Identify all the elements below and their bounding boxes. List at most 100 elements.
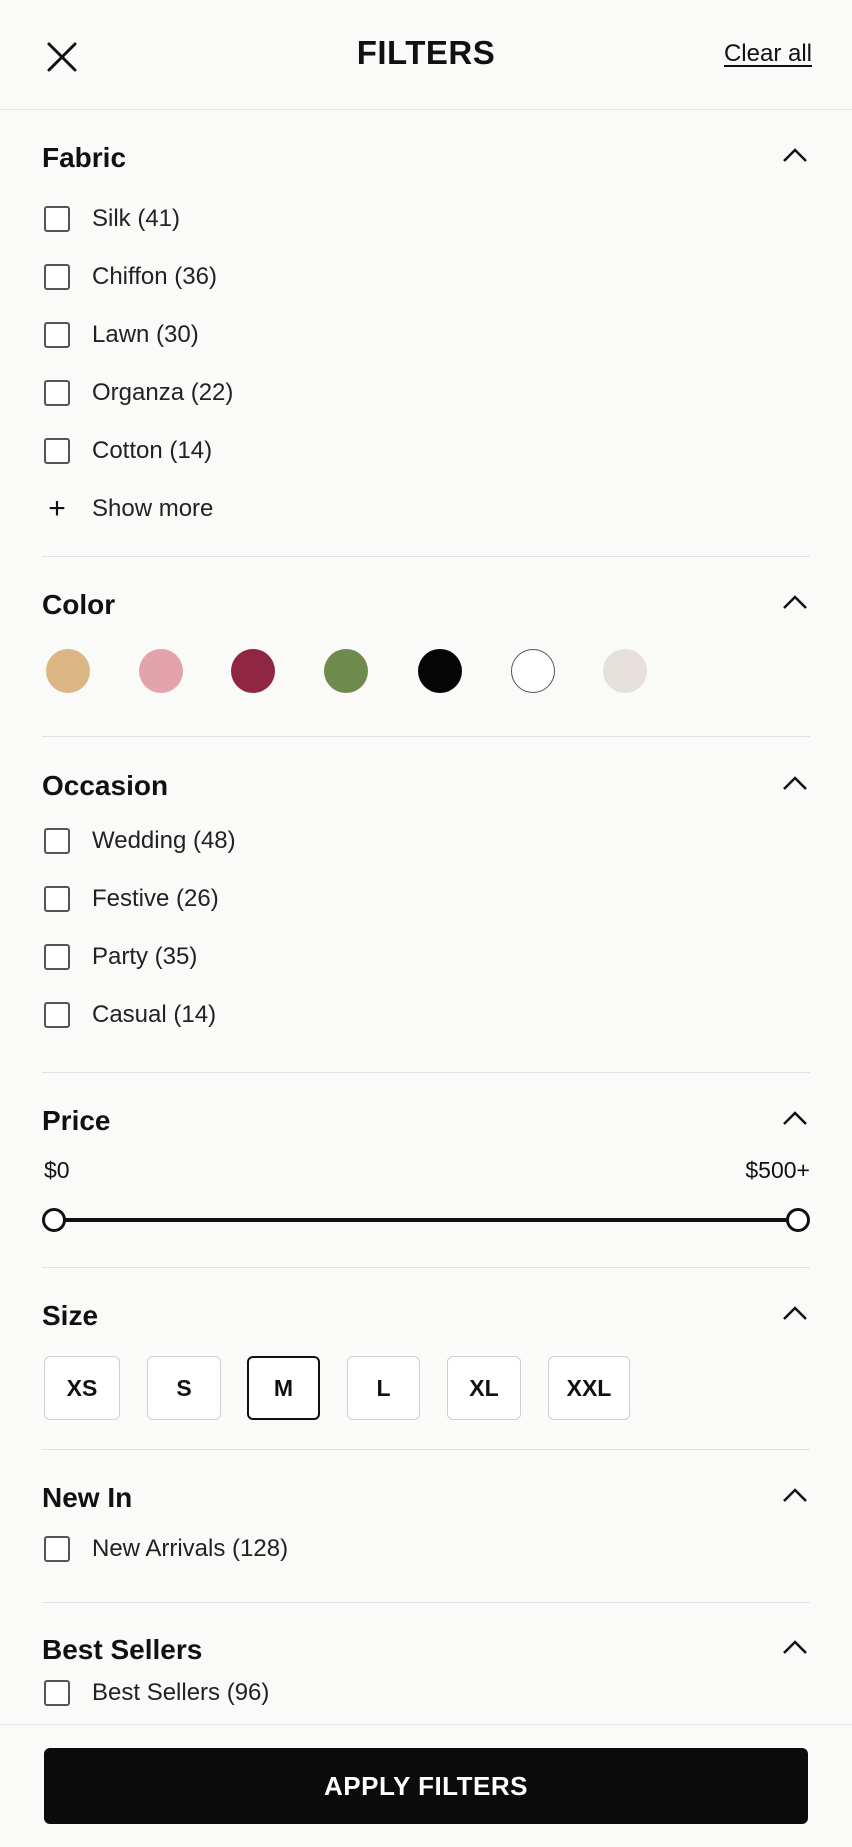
size-section-header[interactable]: Size (42, 1296, 810, 1336)
option-label: Best Sellers (96) (92, 1679, 270, 1706)
price-labels: $0 $500+ (42, 1157, 810, 1191)
clear-all-link[interactable]: Clear all (724, 40, 812, 68)
option-label: Cotton (14) (92, 437, 213, 464)
fabric-option-organza[interactable]: Organza (22) (42, 364, 810, 422)
checkbox[interactable] (44, 944, 70, 970)
best-sellers-title: Best Sellers (42, 1634, 203, 1665)
slider-track (54, 1218, 798, 1222)
color-section-header[interactable]: Color (42, 585, 810, 625)
slider-handle-min[interactable] (42, 1208, 66, 1232)
size-title: Size (42, 1300, 99, 1331)
fabric-options: Silk (41) Chiffon (36) Lawn (30) Organza… (42, 190, 810, 538)
chevron-up-icon[interactable] (782, 593, 808, 613)
checkbox[interactable] (44, 1680, 70, 1706)
occasion-title: Occasion (42, 770, 169, 801)
best-sellers-options: Best Sellers (96) (42, 1670, 810, 1716)
color-swatch-white[interactable] (511, 649, 555, 693)
divider (42, 1267, 810, 1268)
price-section: Price $0 $500+ (42, 1101, 810, 1235)
color-swatches (42, 649, 810, 699)
option-label: New Arrivals (128) (92, 1535, 289, 1562)
occasion-option-festive[interactable]: Festive (26) (42, 870, 810, 928)
color-swatch-maroon[interactable] (231, 649, 275, 693)
filters-footer: APPLY FILTERS (0, 1724, 852, 1847)
color-swatch-black[interactable] (418, 649, 462, 693)
chevron-up-icon[interactable] (782, 1109, 808, 1129)
color-swatch-olive[interactable] (324, 649, 368, 693)
best-sellers-section-header[interactable]: Best Sellers (42, 1630, 810, 1670)
checkbox[interactable] (44, 1002, 70, 1028)
size-option-xl[interactable]: XL (447, 1356, 521, 1420)
checkbox[interactable] (44, 1536, 70, 1562)
best-sellers-option[interactable]: Best Sellers (96) (42, 1670, 810, 1716)
occasion-options: Wedding (48) Festive (26) Party (35) Cas… (42, 812, 810, 1044)
option-label: Party (35) (92, 943, 198, 970)
size-option-l[interactable]: L (347, 1356, 420, 1420)
color-swatch-tan[interactable] (46, 649, 90, 693)
checkbox[interactable] (44, 380, 70, 406)
checkbox[interactable] (44, 206, 70, 232)
chevron-up-icon[interactable] (782, 1304, 808, 1324)
divider (42, 556, 810, 557)
fabric-section-header[interactable]: Fabric (42, 138, 810, 178)
price-section-header[interactable]: Price (42, 1101, 810, 1141)
new-in-section-header[interactable]: New In (42, 1478, 810, 1518)
checkbox[interactable] (44, 264, 70, 290)
new-in-options: New Arrivals (128) (42, 1520, 810, 1578)
fabric-option-chiffon[interactable]: Chiffon (36) (42, 248, 810, 306)
fabric-title: Fabric (42, 142, 127, 173)
divider (42, 1072, 810, 1073)
divider (42, 736, 810, 737)
show-more-button[interactable]: + Show more (42, 480, 810, 538)
chevron-up-icon[interactable] (782, 146, 808, 166)
fabric-section: Fabric Silk (41) Chiffon (36) Lawn (30) … (42, 138, 810, 538)
chevron-up-icon[interactable] (782, 1638, 808, 1658)
checkbox[interactable] (44, 828, 70, 854)
slider-handle-max[interactable] (786, 1208, 810, 1232)
occasion-option-casual[interactable]: Casual (14) (42, 986, 810, 1044)
option-label: Organza (22) (92, 379, 234, 406)
checkbox[interactable] (44, 886, 70, 912)
option-label: Silk (41) (92, 205, 181, 232)
price-title: Price (42, 1105, 111, 1136)
chevron-up-icon[interactable] (782, 774, 808, 794)
size-option-m[interactable]: M (247, 1356, 320, 1420)
checkbox[interactable] (44, 438, 70, 464)
fabric-option-lawn[interactable]: Lawn (30) (42, 306, 810, 364)
option-label: Casual (14) (92, 1001, 217, 1028)
color-swatch-pink[interactable] (139, 649, 183, 693)
occasion-section-header[interactable]: Occasion (42, 766, 810, 806)
price-range-slider[interactable] (42, 1205, 810, 1235)
filters-header: FILTERS Clear all (0, 0, 852, 110)
option-label: Lawn (30) (92, 321, 199, 348)
apply-filters-button[interactable]: APPLY FILTERS (44, 1748, 808, 1824)
best-sellers-section: Best Sellers Best Sellers (96) (42, 1630, 810, 1716)
fabric-option-cotton[interactable]: Cotton (14) (42, 422, 810, 480)
size-option-xxl[interactable]: XXL (548, 1356, 630, 1420)
plus-icon: + (48, 492, 66, 525)
fabric-option-silk[interactable]: Silk (41) (42, 190, 810, 248)
occasion-option-party[interactable]: Party (35) (42, 928, 810, 986)
new-in-section: New In New Arrivals (128) (42, 1478, 810, 1578)
option-label: Chiffon (36) (92, 263, 217, 290)
checkbox[interactable] (44, 322, 70, 348)
color-title: Color (42, 589, 116, 620)
divider (42, 1449, 810, 1450)
price-min-label: $0 (44, 1157, 70, 1183)
occasion-option-wedding[interactable]: Wedding (48) (42, 812, 810, 870)
color-section: Color (42, 585, 810, 699)
size-options: XS S M L XL XXL (42, 1356, 810, 1422)
new-in-option-new-arrivals[interactable]: New Arrivals (128) (42, 1520, 810, 1578)
new-in-title: New In (42, 1482, 133, 1513)
size-option-s[interactable]: S (147, 1356, 221, 1420)
chevron-up-icon[interactable] (782, 1486, 808, 1506)
option-label: Wedding (48) (92, 827, 236, 854)
show-more-label: Show more (92, 495, 214, 522)
option-label: Festive (26) (92, 885, 219, 912)
price-max-label: $500+ (745, 1157, 810, 1183)
size-option-xs[interactable]: XS (44, 1356, 120, 1420)
size-section: Size XS S M L XL XXL (42, 1296, 810, 1422)
divider (42, 1602, 810, 1603)
color-swatch-ivory[interactable] (603, 649, 647, 693)
occasion-section: Occasion Wedding (48) Festive (26) Party… (42, 766, 810, 1044)
